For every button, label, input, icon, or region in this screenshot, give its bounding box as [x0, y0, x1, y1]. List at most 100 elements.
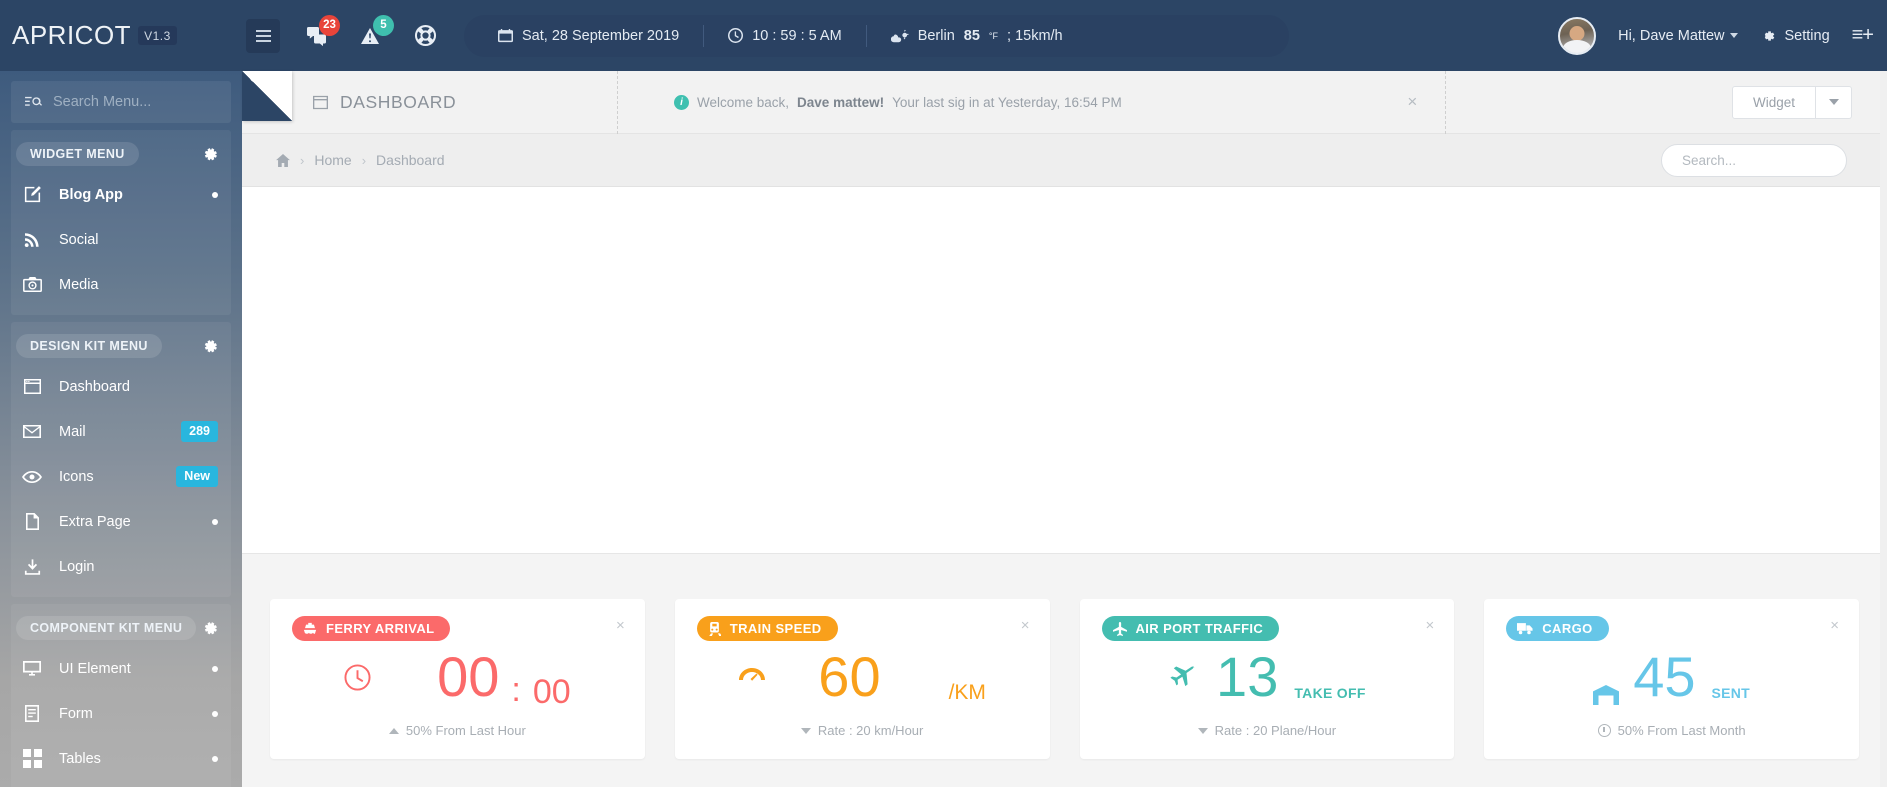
rss-icon: [19, 231, 45, 249]
sidebar-item-label: Tables: [59, 750, 101, 767]
card-unit: /KM: [948, 681, 986, 704]
group-header: DESIGN KIT MENU: [11, 328, 231, 364]
sidebar-item-media[interactable]: Media: [11, 262, 231, 307]
sidebar: WIDGET MENU Blog App Social Media DESIGN…: [0, 71, 242, 787]
stat-card-cargo[interactable]: CARGO × 45 SENT 50% From Last Month: [1484, 599, 1859, 759]
chevron-down-icon: [1828, 99, 1839, 105]
alerts-badge: 5: [373, 14, 394, 36]
group-title: WIDGET MENU: [16, 142, 139, 166]
avatar[interactable]: [1558, 16, 1597, 55]
card-value-secondary: 00: [532, 673, 571, 711]
sidebar-item-blog-app[interactable]: Blog App: [11, 172, 231, 217]
grid-icon: [19, 749, 45, 768]
close-icon[interactable]: ×: [616, 617, 625, 634]
sidebar-item-social[interactable]: Social: [11, 217, 231, 262]
widget-dropdown-toggle[interactable]: [1816, 85, 1852, 119]
widget-button[interactable]: Widget: [1731, 85, 1816, 119]
warning-icon[interactable]: 5: [354, 14, 394, 53]
sidebar-item-ui-element[interactable]: UI Element: [11, 646, 231, 691]
page-title: DASHBOARD: [312, 92, 617, 113]
setting-button[interactable]: Setting: [1760, 27, 1830, 44]
envelope-icon: [19, 424, 45, 439]
close-icon[interactable]: ×: [1021, 617, 1030, 634]
close-icon[interactable]: ×: [1425, 617, 1434, 634]
card-badge: FERRY ARRIVAL: [292, 616, 451, 641]
sidebar-item-label: Mail: [59, 423, 86, 440]
weather-wind: ; 15km/h: [1007, 27, 1063, 44]
welcome-prefix: Welcome back,: [697, 94, 790, 110]
gear-icon[interactable]: [201, 620, 218, 637]
stat-card-train-speed[interactable]: TRAIN SPEED × 60 /KM Rate : 20 km/Hour: [674, 599, 1050, 759]
sidebar-item-label: Login: [59, 558, 95, 575]
item-dot: [212, 665, 218, 672]
stat-card-ferry-arrival[interactable]: FERRY ARRIVAL × 00 : 00 50% From Last Ho…: [270, 599, 645, 759]
group-title: COMPONENT KIT MENU: [16, 616, 197, 640]
card-value: 60: [818, 645, 881, 708]
sidebar-item-label: Extra Page: [59, 513, 131, 530]
hamburger-icon[interactable]: [246, 18, 280, 53]
top-bar: APRICOT V1.3 23 5 Sat, 28 September 2019…: [0, 0, 1887, 71]
sidebar-item-icons[interactable]: Icons New: [11, 454, 231, 499]
sidebar-item-map[interactable]: Map: [11, 781, 231, 787]
search-input[interactable]: [1661, 143, 1847, 177]
sidebar-search[interactable]: [11, 81, 231, 123]
welcome-user: Dave mattew!: [797, 94, 885, 110]
search-menu-icon: [25, 96, 42, 106]
sidebar-item-form[interactable]: Form: [11, 691, 231, 736]
brand-name: APRICOT: [12, 20, 132, 50]
time-display: 10 : 59 : 5 AM: [704, 25, 865, 47]
time-text: 10 : 59 : 5 AM: [752, 27, 842, 44]
group-title: DESIGN KIT MENU: [16, 334, 162, 358]
close-icon[interactable]: ×: [1407, 92, 1417, 112]
date-text: Sat, 28 September 2019: [522, 27, 680, 44]
user-menu[interactable]: Hi, Dave Mattew: [1618, 28, 1739, 44]
item-dot: [212, 518, 218, 525]
breadcrumb-separator: ›: [300, 152, 305, 168]
page-header: DASHBOARD i Welcome back, Dave mattew! Y…: [242, 70, 1887, 134]
messages-badge: 23: [319, 14, 340, 36]
messages-icon[interactable]: 23: [300, 14, 340, 53]
card-badge: TRAIN SPEED: [696, 616, 838, 641]
clock-icon: [728, 28, 744, 43]
weather-display: Berlin 85 °F ; 15km/h: [867, 25, 1087, 47]
menu-plus-icon[interactable]: ≡+: [1852, 24, 1874, 47]
close-icon[interactable]: ×: [1830, 617, 1839, 634]
card-title: TRAIN SPEED: [729, 621, 822, 636]
card-footer: 50% From Last Month: [1506, 723, 1837, 738]
sidebar-group-component-kit-menu: COMPONENT KIT MENU UI Element Form Table…: [11, 604, 231, 787]
stat-card-air-port-traffic[interactable]: AIR PORT TRAFFIC × 13 TAKE OFF Rate : 20…: [1079, 599, 1455, 759]
card-value: 13: [1216, 645, 1279, 708]
folded-corner: [242, 71, 292, 121]
breadcrumb-item-dashboard[interactable]: Dashboard: [376, 152, 445, 168]
card-footer: Rate : 20 Plane/Hour: [1102, 723, 1433, 738]
card-footer-text: 50% From Last Month: [1617, 723, 1746, 738]
brand-logo[interactable]: APRICOT V1.3: [0, 0, 242, 71]
lifebuoy-icon[interactable]: [408, 19, 442, 53]
card-body: 13 TAKE OFF: [1102, 643, 1433, 711]
sidebar-item-label: Form: [59, 705, 93, 722]
gear-icon[interactable]: [201, 146, 218, 163]
sidebar-item-dashboard[interactable]: Dashboard: [11, 364, 231, 409]
card-body: 00 : 00: [292, 643, 623, 711]
sidebar-item-login[interactable]: Login: [11, 544, 231, 589]
file-icon: [19, 512, 45, 531]
sidebar-item-label: UI Element: [59, 660, 131, 677]
gear-icon[interactable]: [201, 338, 218, 355]
topbar-info-pill: Sat, 28 September 2019 10 : 59 : 5 AM Be…: [464, 14, 1289, 57]
triangle-up-icon: [388, 727, 399, 734]
sidebar-item-extra-page[interactable]: Extra Page: [11, 499, 231, 544]
speedometer-icon: [738, 666, 766, 688]
home-icon[interactable]: [276, 153, 290, 167]
search-input[interactable]: [53, 94, 217, 110]
page-title-text: DASHBOARD: [340, 91, 457, 112]
setting-label: Setting: [1784, 27, 1830, 44]
scrollbar-track[interactable]: [1880, 71, 1887, 787]
card-unit: SENT: [1711, 685, 1751, 701]
sidebar-item-label: Icons: [59, 468, 94, 485]
sidebar-item-mail[interactable]: Mail 289: [11, 409, 231, 454]
date-display: Sat, 28 September 2019: [486, 25, 703, 47]
card-footer: Rate : 20 km/Hour: [697, 723, 1028, 738]
triangle-down-icon: [800, 727, 811, 734]
sidebar-item-tables[interactable]: Tables: [11, 736, 231, 781]
breadcrumb-item-home[interactable]: Home: [314, 152, 351, 168]
